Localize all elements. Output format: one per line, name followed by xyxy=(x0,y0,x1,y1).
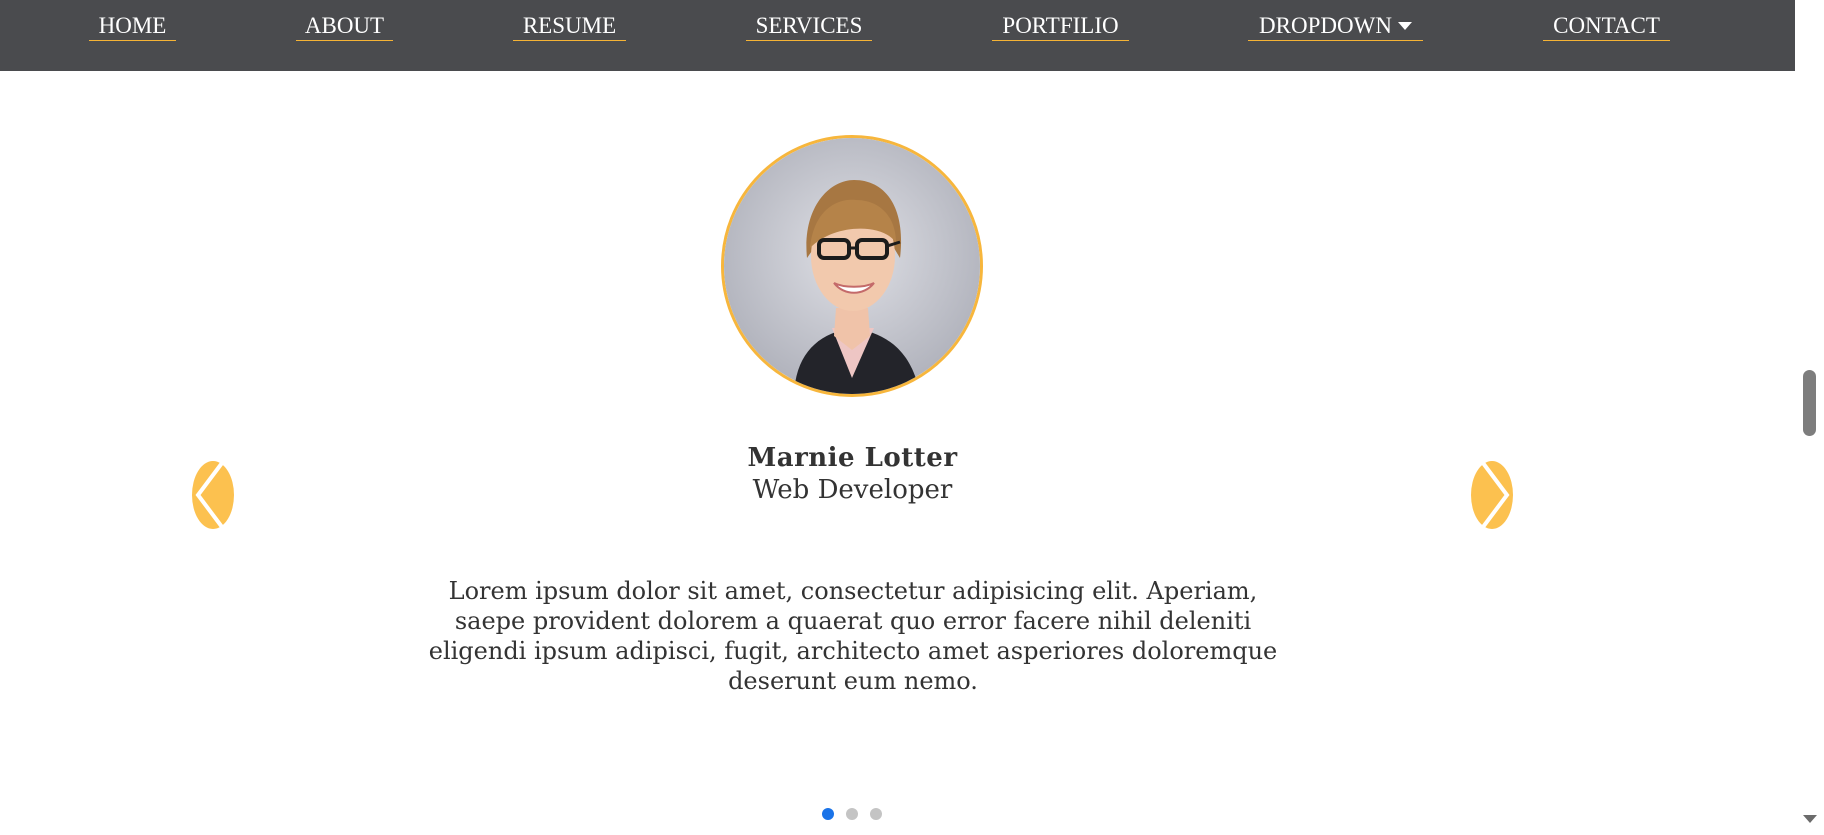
person-role: Web Developer xyxy=(752,475,953,505)
avatar xyxy=(721,135,983,397)
nav-item-services[interactable]: SERVICES xyxy=(746,12,872,41)
carousel-dot-3[interactable] xyxy=(870,808,882,820)
nav-item-contact[interactable]: CONTACT xyxy=(1543,12,1670,41)
carousel-dot-1[interactable] xyxy=(822,808,834,820)
scrollbar-thumb[interactable] xyxy=(1803,370,1816,436)
scroll-down-arrow-icon[interactable] xyxy=(1803,815,1817,823)
top-navbar: HOME ABOUT RESUME SERVICES PORTFILIO DRO… xyxy=(0,0,1795,71)
caret-down-icon xyxy=(1397,21,1412,30)
nav-item-resume[interactable]: RESUME xyxy=(513,12,626,41)
nav-item-home[interactable]: HOME xyxy=(89,12,176,41)
vertical-scrollbar[interactable] xyxy=(1795,0,1824,835)
carousel-dot-2[interactable] xyxy=(846,808,858,820)
testimonial-quote: Lorem ipsum dolor sit amet, consectetur … xyxy=(428,577,1278,695)
nav-item-dropdown[interactable]: DROPDOWN xyxy=(1248,12,1423,41)
nav-item-about[interactable]: ABOUT xyxy=(296,12,393,41)
nav-item-portfolio[interactable]: PORTFILIO xyxy=(992,12,1129,41)
carousel-indicators xyxy=(822,808,882,822)
person-name: Marnie Lotter xyxy=(747,443,958,473)
nav-item-dropdown-label: DROPDOWN xyxy=(1259,13,1392,38)
portrait-image xyxy=(724,138,980,394)
